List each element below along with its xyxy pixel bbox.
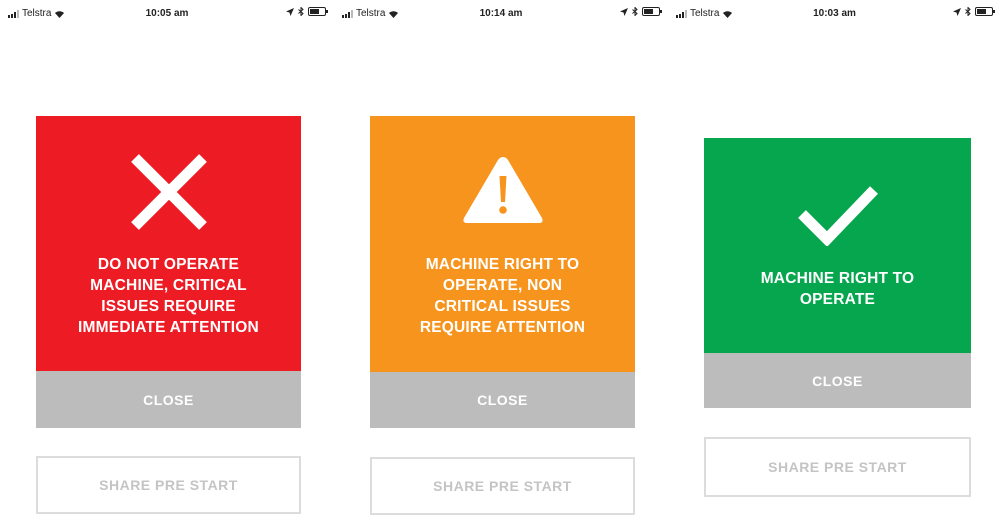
status-time: 10:14 am [479, 8, 523, 19]
status-card-body: MACHINE RIGHT TO OPERATE [704, 138, 971, 353]
location-arrow-icon [286, 7, 294, 16]
phone-screen-critical: Telstra 10:05 am DO NOT OPERATE MACHINE,… [0, 0, 334, 515]
close-button[interactable]: CLOSE [36, 371, 301, 428]
status-card-body: DO NOT OPERATE MACHINE, CRITICAL ISSUES … [36, 116, 301, 371]
status-card-critical: DO NOT OPERATE MACHINE, CRITICAL ISSUES … [36, 116, 301, 428]
status-card-warning: MACHINE RIGHT TO OPERATE, NON CRITICAL I… [370, 116, 635, 428]
battery-icon [975, 7, 995, 16]
bluetooth-icon [298, 7, 304, 16]
battery-icon [308, 7, 328, 16]
battery-icon [642, 7, 662, 16]
warning-triangle-icon [462, 157, 543, 223]
status-card-ok: MACHINE RIGHT TO OPERATE CLOSE [704, 138, 971, 408]
status-bar: Telstra 10:05 am [0, 0, 334, 26]
status-time: 10:03 am [813, 8, 856, 19]
status-bar: Telstra 10:14 am [334, 0, 668, 26]
phone-screen-warning: Telstra 10:14 am MACHINE RIGHT TO OPERAT… [334, 0, 668, 515]
location-arrow-icon [953, 7, 961, 16]
bluetooth-icon [632, 7, 638, 16]
close-button[interactable]: CLOSE [704, 353, 971, 408]
location-arrow-icon [620, 7, 628, 16]
checkmark-icon [797, 186, 878, 246]
bluetooth-icon [965, 7, 971, 16]
status-card-body: MACHINE RIGHT TO OPERATE, NON CRITICAL I… [370, 116, 635, 372]
close-button[interactable]: CLOSE [370, 372, 635, 428]
status-bar: Telstra 10:03 am [668, 0, 1001, 26]
status-message: MACHINE RIGHT TO OPERATE [760, 270, 915, 308]
close-x-icon [130, 154, 207, 230]
status-message: DO NOT OPERATE MACHINE, CRITICAL ISSUES … [78, 256, 259, 336]
share-pre-start-button[interactable]: SHARE PRE START [370, 457, 635, 515]
share-pre-start-button[interactable]: SHARE PRE START [36, 456, 301, 514]
phone-screen-ok: Telstra 10:03 am MACHINE RIGHT TO OPERAT… [668, 0, 1001, 515]
status-time: 10:05 am [145, 8, 189, 19]
share-pre-start-button[interactable]: SHARE PRE START [704, 437, 971, 497]
status-message: MACHINE RIGHT TO OPERATE, NON CRITICAL I… [419, 256, 586, 336]
